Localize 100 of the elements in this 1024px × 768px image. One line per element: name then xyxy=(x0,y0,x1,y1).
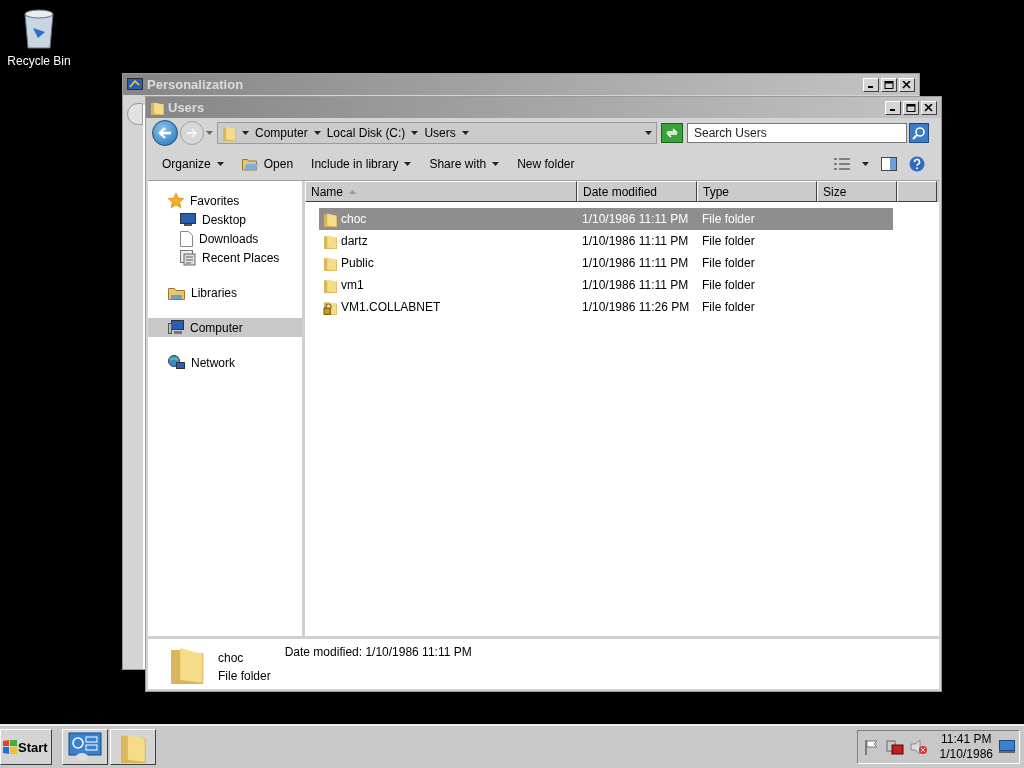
preview-pane-icon[interactable] xyxy=(881,157,897,171)
file-name: vm1 xyxy=(341,278,364,292)
back-arrow-icon xyxy=(158,127,172,139)
maximize-icon xyxy=(906,103,916,112)
column-header[interactable]: Name xyxy=(305,181,577,202)
caret-icon[interactable] xyxy=(862,162,869,166)
toolbar-button[interactable]: Open xyxy=(241,157,294,171)
monitor-icon xyxy=(180,212,196,227)
nav-item[interactable]: Desktop xyxy=(148,210,302,229)
file-name: VM1.COLLABNET xyxy=(341,300,441,314)
nav-item[interactable]: Recent Places xyxy=(148,248,302,267)
taskbar-button[interactable] xyxy=(62,729,108,765)
caret-icon[interactable] xyxy=(645,131,652,135)
item-date-modified: Date modified: 1/10/1986 11:11 PM xyxy=(284,645,472,659)
computer-icon xyxy=(168,320,184,335)
toolbar-button[interactable]: Organize xyxy=(162,157,224,171)
file-row[interactable]: VM1.COLLABNET 1/10/1986 11:26 PM File folder xyxy=(319,296,893,318)
maximize-button[interactable] xyxy=(881,77,897,92)
nav-item[interactable]: Downloads xyxy=(148,229,302,248)
column-header[interactable]: Type xyxy=(697,181,817,202)
minimize-button[interactable] xyxy=(885,100,901,115)
nav-item[interactable]: Computer xyxy=(148,318,302,337)
column-header[interactable]: Date modified xyxy=(577,181,697,202)
folder-icon xyxy=(323,255,337,271)
close-button[interactable] xyxy=(899,77,915,92)
history-caret-icon[interactable] xyxy=(206,131,213,135)
search-field[interactable]: Search Users xyxy=(687,123,907,143)
close-button[interactable] xyxy=(921,100,937,115)
date-modified: 1/10/1986 11:11 PM xyxy=(582,256,689,270)
nav-item[interactable]: Favorites xyxy=(148,191,302,210)
file-type: File folder xyxy=(702,278,755,292)
desktop-icon-label[interactable]: Recycle Bin xyxy=(7,54,71,68)
show-desktop-icon[interactable] xyxy=(999,740,1015,754)
caret-icon xyxy=(492,162,500,166)
view-options-icon[interactable] xyxy=(834,158,850,170)
maximize-button[interactable] xyxy=(903,100,919,115)
breadcrumb[interactable]: Users xyxy=(424,126,456,140)
taskbar-button[interactable] xyxy=(110,729,156,765)
search-button[interactable] xyxy=(909,123,929,143)
caret-icon xyxy=(404,162,412,166)
caret-icon xyxy=(216,162,224,166)
star-icon xyxy=(168,192,184,209)
file-type: File folder xyxy=(702,212,755,226)
muted-speaker-icon[interactable] xyxy=(909,739,928,755)
folder-icon xyxy=(222,125,236,141)
close-icon xyxy=(902,80,912,89)
recycle-bin-icon[interactable] xyxy=(21,6,57,50)
file-row[interactable]: vm1 1/10/1986 11:11 PM File folder xyxy=(319,274,893,296)
clock-date[interactable]: 1/10/1986 xyxy=(939,747,993,762)
minimize-button[interactable] xyxy=(863,77,879,92)
nav-item[interactable]: Network xyxy=(148,353,302,372)
open-folder-icon xyxy=(241,157,258,171)
refresh-button[interactable] xyxy=(661,123,683,143)
clock-time[interactable]: 11:41 PM xyxy=(941,732,992,747)
date-modified: 1/10/1986 11:26 PM xyxy=(582,300,690,314)
caret-icon[interactable] xyxy=(461,131,469,135)
network-icon xyxy=(168,354,185,371)
breadcrumb[interactable]: Computer xyxy=(255,126,308,140)
maximize-icon xyxy=(884,80,894,89)
breadcrumb[interactable]: Local Disk (C:) xyxy=(326,126,406,140)
folder-icon xyxy=(323,277,337,293)
file-type: File folder xyxy=(702,234,755,248)
toolbar-button[interactable]: Share with xyxy=(429,157,500,171)
column-header[interactable] xyxy=(897,181,937,202)
folder-icon xyxy=(323,211,337,227)
windows-logo-icon xyxy=(3,740,17,754)
document-icon xyxy=(180,230,193,247)
recent-places-icon xyxy=(180,249,196,266)
caret-icon[interactable] xyxy=(242,131,249,135)
control-panel-icon xyxy=(127,77,143,92)
folder-icon xyxy=(323,233,337,249)
refresh-icon xyxy=(665,127,679,139)
caret-icon[interactable] xyxy=(411,131,419,135)
library-folder-icon xyxy=(168,285,185,300)
locked-folder-icon xyxy=(323,299,337,315)
flag-icon[interactable] xyxy=(863,739,880,755)
date-modified: 1/10/1986 11:11 PM xyxy=(582,234,689,248)
address-bar[interactable]: Computer Local Disk (C:) Users xyxy=(217,122,657,144)
toolbar-button[interactable]: New folder xyxy=(517,157,575,171)
file-row[interactable]: Public 1/10/1986 11:11 PM File folder xyxy=(319,252,893,274)
date-modified: 1/10/1986 11:11 PM xyxy=(582,278,689,292)
network-error-icon[interactable] xyxy=(885,739,904,755)
file-name: dartz xyxy=(341,234,368,248)
folder-icon xyxy=(120,731,146,763)
search-icon xyxy=(912,126,926,140)
folder-icon xyxy=(150,100,164,115)
back-button[interactable] xyxy=(152,120,178,146)
window-title: Personalization xyxy=(147,77,245,92)
start-button[interactable]: Start xyxy=(0,729,52,765)
window-title: Users xyxy=(168,100,206,115)
caret-icon[interactable] xyxy=(313,131,321,135)
toolbar-button[interactable]: Include in library xyxy=(311,157,412,171)
file-row[interactable]: dartz 1/10/1986 11:11 PM File folder xyxy=(319,230,893,252)
item-type: File folder xyxy=(218,669,271,683)
file-type: File folder xyxy=(702,256,755,270)
nav-item[interactable]: Libraries xyxy=(148,283,302,302)
item-name: choc xyxy=(218,651,245,665)
help-icon[interactable] xyxy=(909,156,925,172)
file-name: Public xyxy=(341,256,374,270)
column-header[interactable]: Size xyxy=(817,181,897,202)
